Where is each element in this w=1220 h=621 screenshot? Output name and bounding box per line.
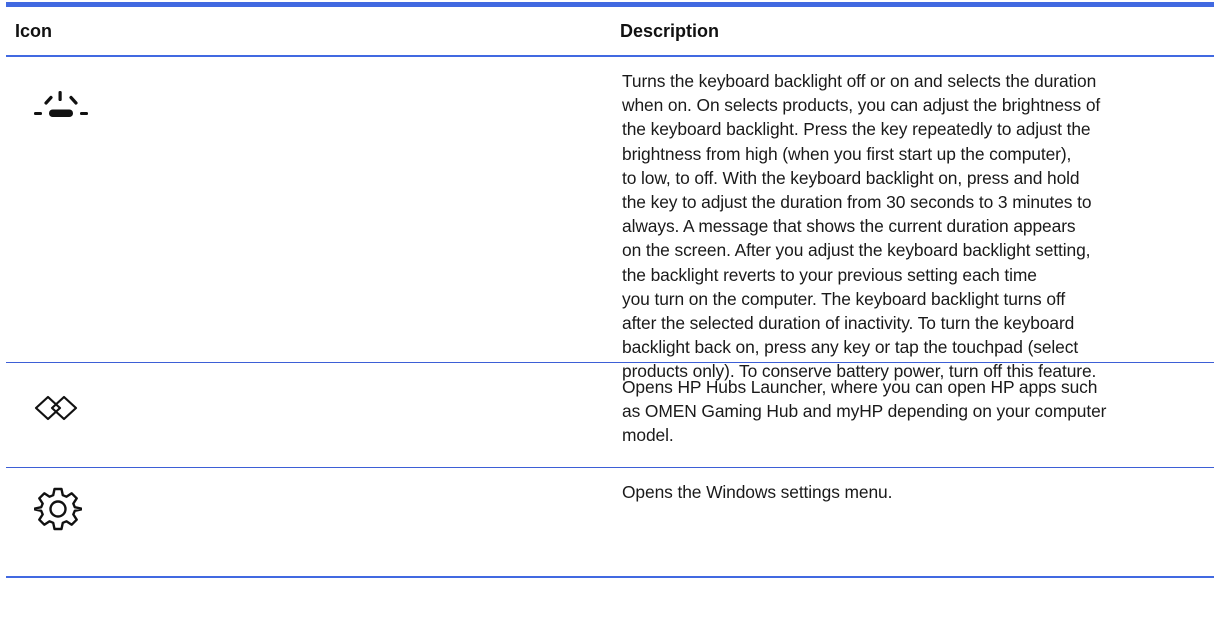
row-description: Opens HP Hubs Launcher, where you can op…: [622, 377, 1107, 446]
table-header-row: Icon Description: [6, 7, 1214, 57]
row-description: Opens the Windows settings menu.: [622, 482, 893, 502]
icon-cell: [6, 468, 606, 576]
table-row: Opens the Windows settings menu.: [6, 468, 1214, 578]
table-row: Opens HP Hubs Launcher, where you can op…: [6, 363, 1214, 468]
table-row: Turns the keyboard backlight off or on a…: [6, 57, 1214, 381]
icon-column-header: Icon: [15, 21, 53, 41]
settings-gear-icon: [34, 487, 82, 531]
function-key-table: Icon Description Turns the keyboard back…: [6, 2, 1214, 578]
description-column-header: Description: [620, 21, 720, 41]
row-description: Turns the keyboard backlight off or on a…: [622, 71, 1101, 382]
icon-cell: [6, 363, 606, 467]
hp-hubs-launcher-icon: [34, 395, 78, 421]
keyboard-backlight-icon: [34, 91, 88, 117]
icon-cell: [6, 57, 606, 362]
